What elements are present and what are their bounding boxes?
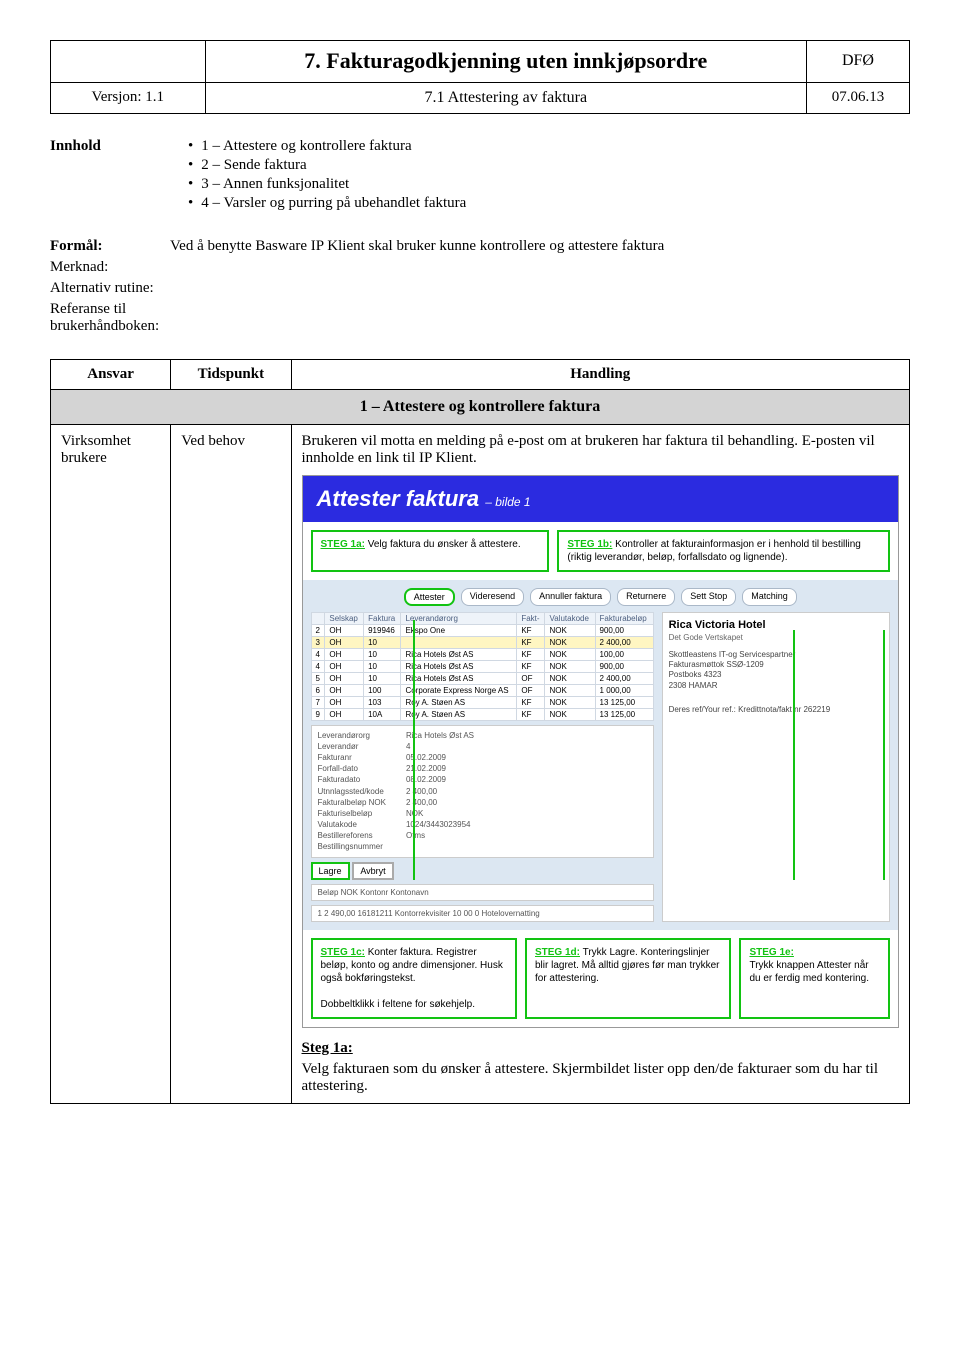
doc-date: 07.06.13 — [806, 82, 909, 113]
cell-handling: Brukeren vil motta en melding på e-post … — [291, 424, 910, 1103]
col-ansvar: Ansvar — [51, 359, 171, 389]
vendor-logo: Rica Victoria Hotel — [669, 619, 883, 631]
innhold-list: 1 – Attestere og kontrollere faktura 2 –… — [170, 138, 910, 214]
callout-1d: STEG 1d: Trykk Lagre. Konteringslinjer b… — [525, 938, 731, 1019]
detail-values: Rica Hotels Øst AS 4 05.02.2009 21.02.20… — [406, 730, 474, 853]
settstop-button[interactable]: Sett Stop — [681, 588, 736, 606]
table-row: 2OH919946Ekspo OneKFNOK900,00 — [311, 624, 653, 636]
invoice-preview: Rica Victoria Hotel Det Gode Vertskapet … — [662, 612, 890, 922]
version-label: Versjon: 1.1 — [51, 82, 206, 113]
kontering-row: Beløp NOK Kontonr Kontonavn — [311, 884, 654, 901]
attester-button[interactable]: Attester — [404, 588, 455, 606]
cell-tidspunkt: Ved behov — [171, 424, 291, 1103]
table-row: 5OH10Rica Hotels Øst ASOFNOK2 400,00 — [311, 672, 653, 684]
step-1a-label: Steg 1a: — [302, 1040, 900, 1057]
detail-labels: Leverandørorg Leverandør Fakturanr Forfa… — [318, 730, 386, 853]
formal-text: Ved å benytte Basware IP Klient skal bru… — [170, 238, 910, 255]
step-1a-block: Steg 1a: Velg fakturaen som du ønsker å … — [302, 1040, 900, 1095]
table-row: 9OH10ARoy A. Støen ASKFNOK13 125,00 — [311, 708, 653, 720]
action-table: Ansvar Tidspunkt Handling 1 – Attestere … — [50, 359, 910, 1104]
table-row: 4OH10Rica Hotels Øst ASKFNOK100,00 — [311, 648, 653, 660]
toolbar-mock: Attester Videresend Annuller faktura Ret… — [311, 588, 891, 606]
callout-1e: STEG 1e: Trykk knappen Attester når du e… — [739, 938, 890, 1019]
list-item: 1 – Attestere og kontrollere faktura — [188, 138, 910, 155]
step-1a-text: Velg fakturaen som du ønsker å attestere… — [302, 1061, 879, 1094]
col-tidspunkt: Tidspunkt — [171, 359, 291, 389]
innhold-label: Innhold — [50, 138, 170, 214]
col-handling: Handling — [291, 359, 910, 389]
merknad-label: Merknad: — [50, 259, 170, 276]
list-item: 4 – Varsler og purring på ubehandlet fak… — [188, 195, 910, 212]
table-row: 6OH100Corporate Express Norge ASOFNOK1 0… — [311, 684, 653, 696]
document-header-table: 7. Fakturagodkjenning uten innkjøpsordre… — [50, 40, 910, 114]
app-mock: Attester Videresend Annuller faktura Ret… — [303, 580, 899, 930]
section-heading: 1 – Attestere og kontrollere faktura — [51, 389, 910, 424]
lagre-button[interactable]: Lagre — [311, 862, 350, 880]
callout-1b: STEG 1b: Kontroller at fakturainformasjo… — [557, 530, 890, 572]
list-item: 2 – Sende faktura — [188, 157, 910, 174]
embed-title: Attester faktura – bilde 1 — [303, 476, 899, 522]
list-item: 3 – Annen funksjonalitet — [188, 176, 910, 193]
returnere-button[interactable]: Returnere — [617, 588, 675, 606]
callout-1c: STEG 1c: Konter faktura. Registrer beløp… — [311, 938, 517, 1019]
handling-intro: Brukeren vil motta en melding på e-post … — [302, 433, 900, 467]
vendor-ref: Deres ref/Your ref.: Kredittnota/fakt nr… — [669, 705, 883, 715]
doc-title: 7. Fakturagodkjenning uten innkjøpsordre — [205, 41, 806, 83]
matching-button[interactable]: Matching — [742, 588, 797, 606]
invoice-grid[interactable]: Selskap Faktura Leverandørorg Fakt- Valu… — [311, 612, 654, 721]
callout-1a: STEG 1a: Velg faktura du ønsker å attest… — [311, 530, 550, 572]
videresend-button[interactable]: Videresend — [461, 588, 524, 606]
avbryt-button[interactable]: Avbryt — [352, 862, 393, 880]
table-row: 4OH10Rica Hotels Øst ASKFNOK900,00 — [311, 660, 653, 672]
doc-subtitle: 7.1 Attestering av faktura — [205, 82, 806, 113]
ref-label: Referanse til brukerhåndboken: — [50, 301, 170, 335]
vendor-info: Skottleastens IT-og Servicespartner Fakt… — [669, 650, 883, 692]
cell-ansvar: Virksomhet brukere — [51, 424, 171, 1103]
details-panel: Leverandørorg Leverandør Fakturanr Forfa… — [311, 725, 654, 858]
embedded-screenshot: Attester faktura – bilde 1 STEG 1a: Velg… — [302, 475, 900, 1028]
formal-label: Formål: — [50, 238, 170, 255]
annuller-button[interactable]: Annuller faktura — [530, 588, 611, 606]
altrutine-label: Alternativ rutine: — [50, 280, 170, 297]
vendor-tag: Det Gode Vertskapet — [669, 633, 883, 642]
table-row: 3OH10KFNOK2 400,00 — [311, 636, 653, 648]
kontering-values: 1 2 490,00 16181211 Kontorrekvisiter 10 … — [311, 905, 654, 922]
org-label: DFØ — [806, 41, 909, 83]
table-row: 7OH103Roy A. Støen ASKFNOK13 125,00 — [311, 696, 653, 708]
